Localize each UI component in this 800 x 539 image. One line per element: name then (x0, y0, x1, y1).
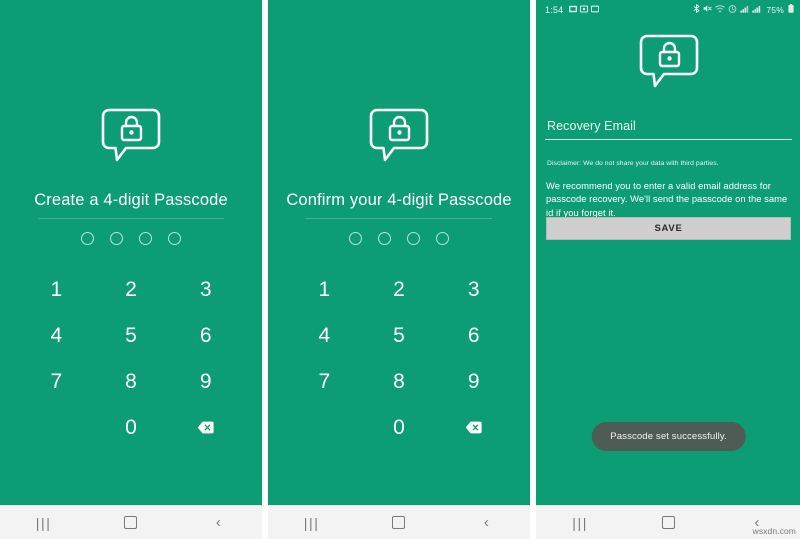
gallery-icon (580, 4, 589, 15)
numeric-keypad: 1 2 3 4 5 6 7 8 9 0 (19, 267, 243, 451)
nav-back-button[interactable]: ‹ (191, 506, 245, 539)
passcode-dot (139, 232, 152, 245)
page-title: Confirm your 4-digit Passcode (286, 191, 512, 209)
status-bar-right: 75% (693, 4, 794, 15)
keypad-key-2[interactable]: 2 (362, 267, 437, 313)
save-button[interactable]: SAVE (546, 217, 791, 240)
keypad-key-1[interactable]: 1 (287, 267, 362, 313)
home-icon (392, 516, 406, 529)
status-bar: 1:54 75% (536, 0, 800, 19)
recents-icon: ||| (35, 514, 52, 531)
data-saver-icon (728, 4, 737, 15)
cast-icon (591, 5, 600, 15)
passcode-dot (436, 232, 449, 245)
status-bar-clock: 1:54 (545, 4, 564, 15)
backspace-icon (465, 416, 482, 440)
watermark: wsxdn.com (752, 526, 796, 536)
android-navigation-bar: ||| ‹ (268, 505, 530, 539)
recovery-email-field-wrapper (545, 117, 792, 140)
phone-screen-confirm-passcode: Confirm your 4-digit Passcode 1 2 3 4 5 … (268, 0, 530, 539)
keypad-key-9[interactable]: 9 (436, 359, 511, 405)
keypad-key-4[interactable]: 4 (19, 313, 94, 359)
keypad-key-backspace[interactable] (436, 405, 511, 451)
recommendation-text: We recommend you to enter a valid email … (546, 180, 788, 218)
confirm-passcode-screen: Confirm your 4-digit Passcode 1 2 3 4 5 … (268, 0, 530, 505)
signal-sim2-icon (752, 5, 761, 15)
back-icon: ‹ (215, 514, 221, 531)
passcode-dot (378, 232, 391, 245)
screenshot-icon (569, 5, 578, 15)
keypad-key-5[interactable]: 5 (362, 313, 437, 359)
phone-screen-recovery-email: 1:54 75% Recovery Email Disclaimer: We d… (536, 0, 800, 539)
page-title: Create a 4-digit Passcode (34, 191, 228, 209)
nav-recents-button[interactable]: ||| (285, 506, 339, 539)
keypad-key-9[interactable]: 9 (168, 359, 243, 405)
keypad-key-0[interactable]: 0 (362, 405, 437, 451)
signal-sim1-icon (740, 5, 749, 15)
create-passcode-screen: Create a 4-digit Passcode 1 2 3 4 5 6 7 … (0, 0, 262, 505)
nav-back-button[interactable]: ‹ (459, 506, 513, 539)
title-divider (306, 218, 492, 219)
bluetooth-icon (693, 4, 700, 15)
android-navigation-bar: ||| ‹ (0, 505, 262, 539)
phone-screen-create-passcode: Create a 4-digit Passcode 1 2 3 4 5 6 7 … (0, 0, 262, 539)
keypad-key-backspace[interactable] (168, 405, 243, 451)
nav-recents-button[interactable]: ||| (17, 506, 71, 539)
screenshot-root: Create a 4-digit Passcode 1 2 3 4 5 6 7 … (0, 0, 800, 539)
nav-home-button[interactable] (372, 506, 426, 539)
keypad-key-5[interactable]: 5 (94, 313, 169, 359)
passcode-dot (110, 232, 123, 245)
back-icon: ‹ (483, 514, 489, 531)
mute-icon (703, 4, 713, 15)
keypad-key-6[interactable]: 6 (436, 313, 511, 359)
numeric-keypad: 1 2 3 4 5 6 7 8 9 0 (287, 267, 511, 451)
lock-chat-bubble-icon (100, 107, 162, 168)
toast-message: Passcode set successfully. (591, 422, 746, 451)
keypad-key-8[interactable]: 8 (362, 359, 437, 405)
passcode-dot (81, 232, 94, 245)
recovery-email-input[interactable] (545, 119, 792, 140)
wifi-icon (715, 4, 726, 15)
keypad-key-2[interactable]: 2 (94, 267, 169, 313)
keypad-key-3[interactable]: 3 (168, 267, 243, 313)
recents-icon: ||| (303, 514, 320, 531)
battery-percent-label: 75% (766, 4, 784, 15)
passcode-dot (407, 232, 420, 245)
recents-icon: ||| (572, 514, 589, 531)
home-icon (124, 516, 138, 529)
lock-chat-bubble-icon (536, 33, 800, 89)
status-bar-left: 1:54 (545, 4, 600, 15)
lock-chat-bubble-icon (368, 107, 430, 168)
title-divider (38, 218, 224, 219)
backspace-icon (197, 416, 214, 440)
keypad-key-1[interactable]: 1 (19, 267, 94, 313)
home-icon (661, 516, 675, 529)
keypad-key-6[interactable]: 6 (168, 313, 243, 359)
keypad-key-0[interactable]: 0 (94, 405, 169, 451)
keypad-key-4[interactable]: 4 (287, 313, 362, 359)
keypad-key-3[interactable]: 3 (436, 267, 511, 313)
recovery-email-screen: Disclaimer: We do not share your data wi… (536, 19, 800, 505)
passcode-dot (168, 232, 181, 245)
passcode-dot (349, 232, 362, 245)
disclaimer-text: Disclaimer: We do not share your data wi… (547, 160, 719, 167)
nav-home-button[interactable] (641, 506, 695, 539)
nav-home-button[interactable] (104, 506, 158, 539)
battery-icon (788, 4, 794, 15)
passcode-dots (81, 232, 181, 245)
keypad-key-7[interactable]: 7 (287, 359, 362, 405)
keypad-key-7[interactable]: 7 (19, 359, 94, 405)
passcode-dots (349, 232, 449, 245)
keypad-key-8[interactable]: 8 (94, 359, 169, 405)
nav-recents-button[interactable]: ||| (553, 506, 607, 539)
